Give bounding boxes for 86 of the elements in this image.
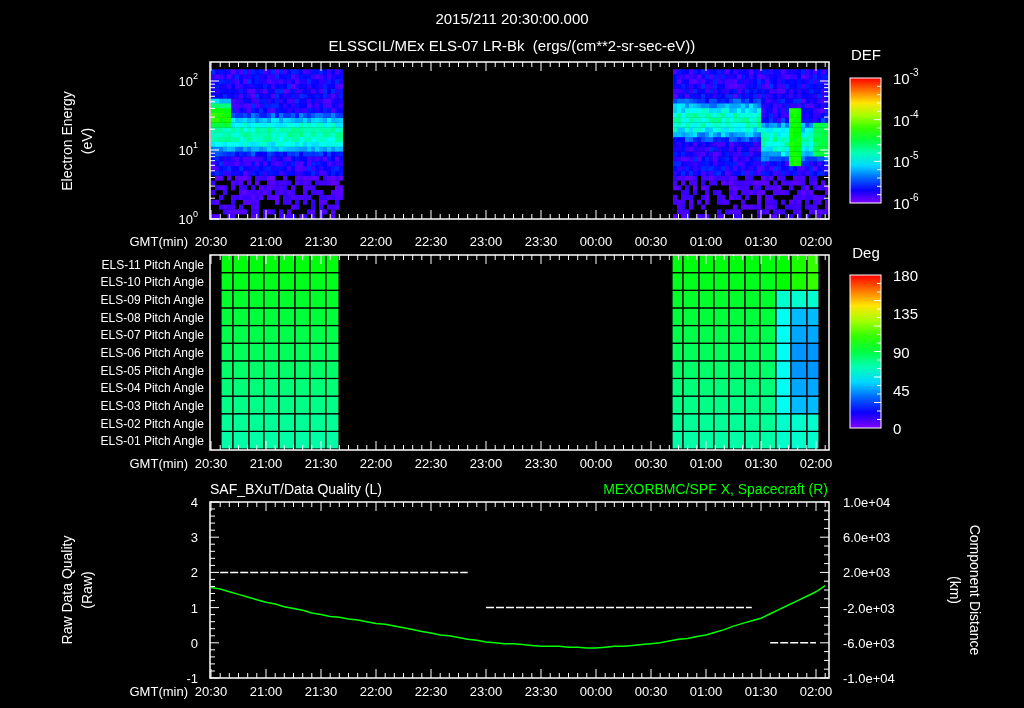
plot-title: ELSSCIL/MEx ELS-07 LR-Bk (ergs/(cm**2-sr-sec-eV)): [328, 37, 696, 54]
axis-tick-label: 21:30: [304, 456, 338, 471]
axis-tick-label: 01:00: [689, 456, 723, 471]
chart-title: SAF_BXuT/Data Quality (L): [210, 481, 382, 497]
axis-tick-label: 22:30: [414, 684, 448, 699]
time-axis-label: GMT(min): [129, 234, 188, 249]
row-label: ELS-05 Pitch Angle: [100, 363, 204, 378]
row-label: ELS-11 Pitch Angle: [101, 257, 204, 272]
colorbar-title: DEF: [851, 46, 881, 63]
axis-tick-label: 2: [190, 565, 198, 581]
axis-tick-label: 01:00: [689, 234, 723, 249]
axis-tick-label: 20:30: [194, 456, 228, 471]
axis-tick-label: 23:30: [524, 234, 558, 249]
axis-tick-label: 00:00: [579, 456, 613, 471]
axis-tick-label: -2.0e+03: [843, 600, 895, 616]
axis-tick-label: 21:00: [249, 684, 283, 699]
row-label: ELS-01 Pitch Angle: [100, 434, 204, 449]
axis-tick-label: 1: [190, 600, 198, 616]
axis-tick-label: 3: [190, 530, 198, 546]
axis-tick-label: 01:30: [744, 456, 778, 471]
axis-tick-label: 22:30: [414, 456, 448, 471]
axis-tick-label: 1.0e+04: [843, 495, 891, 510]
row-label: ELS-09 Pitch Angle: [100, 293, 204, 308]
axis-tick-label: 20:30: [194, 684, 228, 699]
colorbar-tick-label: 10$^{-6}$: [893, 192, 919, 212]
axis-tick-label: 02:00: [799, 684, 833, 699]
axis-tick-label: 23:30: [524, 456, 558, 471]
axis-tick-label: 21:30: [304, 234, 338, 249]
colorbar-tick-label: 10$^{-4}$: [893, 108, 919, 129]
axis-tick-label: -6.0e+03: [843, 635, 895, 651]
colorbar-tick-label: 45: [893, 381, 910, 399]
chart-title: MEXORBMC/SPF X, Spacecraft (R): [603, 481, 828, 497]
axis-tick-label: 22:00: [359, 234, 393, 249]
colorbar-tick-label: 180: [893, 267, 919, 284]
axis-tick-label: 21:30: [304, 684, 338, 699]
axis-tick-label: 02:00: [799, 456, 833, 471]
row-label: ELS-02 Pitch Angle: [100, 416, 204, 431]
axis-tick-label: 6.0e+03: [843, 530, 891, 546]
axis-tick-label: 21:00: [249, 234, 283, 249]
time-axis-label: GMT(min): [129, 456, 188, 471]
colorbar-tick-label: 10$^{-3}$: [893, 67, 919, 87]
colorbar-tick-label: 135: [893, 305, 919, 323]
colorbar-tick-label: 90: [893, 343, 910, 361]
axis-title: (km): [947, 576, 963, 604]
axis-tick-label: 10$^{2}$: [178, 71, 198, 89]
axis-tick-label: 20:30: [194, 234, 228, 249]
axis-tick-label: 23:00: [469, 456, 503, 471]
axis-tick-label: 01:30: [744, 234, 778, 249]
row-label: ELS-06 Pitch Angle: [100, 346, 204, 360]
axis-tick-label: 10$^{1}$: [178, 140, 198, 158]
axis-tick-label: 23:00: [469, 684, 503, 699]
row-label: ELS-08 Pitch Angle: [100, 310, 204, 325]
axis-tick-label: 4: [190, 495, 198, 510]
row-label: ELS-04 Pitch Angle: [100, 381, 204, 396]
time-axis-label: GMT(min): [129, 684, 188, 699]
axis-tick-label: 01:30: [744, 684, 778, 699]
axis-title: Raw Data Quality: [59, 535, 75, 645]
axis-title: Component Distance: [967, 524, 983, 656]
axis-tick-label: 22:00: [359, 456, 393, 471]
colorbar-title: Deg: [852, 244, 880, 261]
axis-tick-label: 00:00: [579, 684, 613, 699]
axis-tick-label: 23:30: [524, 684, 558, 699]
axis-tick-label: 22:30: [414, 234, 448, 249]
colorbar-tick-label: 0: [893, 420, 902, 437]
plot-timestamp: 2015/211 20:30:00.000: [435, 10, 589, 27]
axis-tick-label: 00:00: [579, 234, 613, 249]
axis-tick-label: -1.0e+04: [843, 671, 895, 686]
axis-tick-label: 00:30: [634, 456, 668, 471]
axis-tick-label: 10$^{0}$: [178, 209, 198, 227]
axis-tick-label: 23:00: [469, 234, 503, 249]
axis-tick-label: 00:30: [634, 234, 668, 249]
axis-tick-label: 0: [190, 635, 198, 651]
axis-tick-label: -1: [186, 671, 198, 686]
row-label: ELS-07 Pitch Angle: [100, 328, 204, 343]
colorbar-tick-label: 10$^{-5}$: [893, 150, 919, 171]
axis-tick-label: 22:00: [359, 684, 393, 699]
axis-tick-label: 21:00: [249, 456, 283, 471]
axis-tick-label: 00:30: [634, 684, 668, 699]
row-label: ELS-10 Pitch Angle: [100, 275, 204, 290]
row-label: ELS-03 Pitch Angle: [100, 398, 204, 413]
axis-tick-label: 02:00: [799, 234, 833, 249]
axis-title: Electron Energy: [59, 91, 75, 191]
axis-title: (Raw): [79, 571, 95, 609]
axis-title: (eV): [79, 127, 95, 155]
axis-tick-label: 2.0e+03: [843, 565, 891, 581]
axis-tick-label: 01:00: [689, 684, 723, 699]
